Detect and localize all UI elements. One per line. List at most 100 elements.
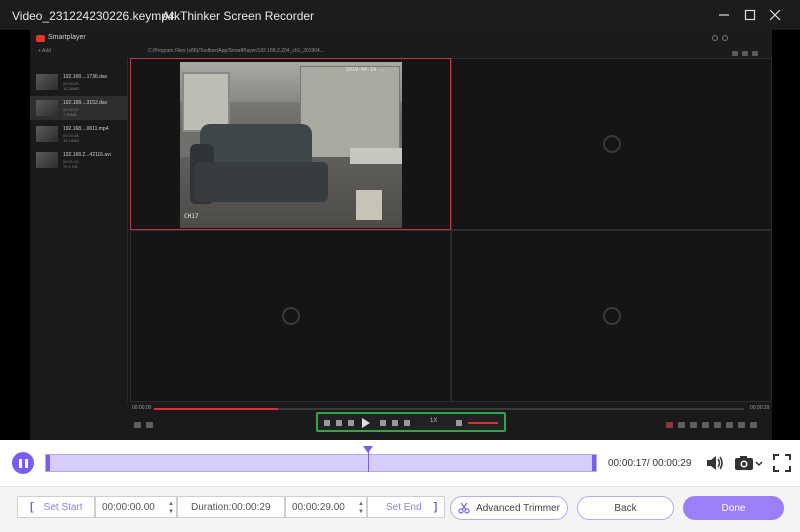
smartplayer-progress-track <box>154 408 744 410</box>
minimize-icon[interactable] <box>716 7 732 23</box>
bottom-tool-icon <box>678 422 685 428</box>
recorded-smartplayer-window: Smartplayer + Add C:/Program Files (x86)… <box>30 30 772 440</box>
layout-icon <box>752 51 758 56</box>
smartplayer-current-time: 00:00:00 <box>132 405 152 411</box>
step-forward-icon <box>404 420 410 426</box>
list-item: 192.168....0611.mp4 00:00:48 15.19MB <box>30 122 128 146</box>
duration-display: Duration:00:00:29 <box>177 496 285 518</box>
advanced-trimmer-button[interactable]: Advanced Trimmer <box>450 496 568 520</box>
smartplayer-file-path: C:/Program Files (x86)/Toolbox/App/Smart… <box>148 48 324 54</box>
camera-frame: 2019-04-19 ... CH17 <box>180 62 402 228</box>
end-time-field[interactable]: 00:00:29.00 ▲ ▼ <box>285 496 367 518</box>
smartplayer-topbar: Smartplayer + Add C:/Program Files (x86)… <box>30 30 772 58</box>
file-size: 70.1 KB <box>63 164 78 169</box>
window-file-title: Video_231224230226.keymp4 <box>12 9 175 23</box>
stop-icon <box>380 420 386 426</box>
menu-icon <box>722 35 728 41</box>
clip-icon <box>324 420 330 426</box>
trim-end-handle[interactable] <box>592 455 596 471</box>
bottom-tool-icon <box>690 422 697 428</box>
smartplayer-app-name: Smartplayer <box>48 34 86 41</box>
list-item: 192.168.2...42116.avi 00:01:12 70.1 KB <box>30 148 128 172</box>
back-button[interactable]: Back <box>577 496 674 520</box>
record-indicator-icon <box>666 422 673 428</box>
file-size: 16.28MB <box>63 86 80 91</box>
fullscreen-icon[interactable] <box>773 454 791 472</box>
bottom-tool-icon <box>738 422 745 428</box>
smartplayer-logo-icon <box>36 35 45 42</box>
file-thumbnail <box>36 126 58 142</box>
trim-track[interactable] <box>45 454 597 472</box>
smartplayer-playback-bar: 00:00:00 00:00:29 1X <box>30 402 772 440</box>
rewind-icon <box>348 420 354 426</box>
start-time-value: 00:00:00.00 <box>102 501 155 513</box>
playback-speed: 1X <box>430 418 438 424</box>
smartplayer-total-time: 00:00:29 <box>750 405 770 411</box>
list-item: 192.168....1736.dav 00:00:25 16.28MB <box>30 70 128 94</box>
window-titlebar: Video_231224230226.keymp4 ArkThinker Scr… <box>0 0 800 30</box>
done-button[interactable]: Done <box>683 496 784 520</box>
bracket-right-icon: ] <box>433 501 438 513</box>
volume-icon[interactable] <box>705 454 725 472</box>
step-back-icon <box>392 420 398 426</box>
play-icon <box>362 418 370 428</box>
playhead[interactable] <box>368 446 369 472</box>
video-cell-1: 2019-04-19 ... CH17 <box>130 58 451 230</box>
list-item: 192.168....3152.dav 00:00:29 7.95MB <box>30 96 128 120</box>
empty-channel-icon <box>602 135 621 153</box>
file-size: 15.19MB <box>63 138 80 143</box>
file-thumbnail <box>36 100 58 116</box>
file-name: 192.168....1736.dav <box>63 74 108 80</box>
time-readout: 00:00:17/ 00:00:29 <box>608 458 692 469</box>
smartplayer-add-button: + Add <box>38 48 51 54</box>
window-app-title: ArkThinker Screen Recorder <box>162 9 315 23</box>
start-time-spinner-icon[interactable]: ▲ ▼ <box>166 497 176 519</box>
file-name: 192.168.2...42116.avi <box>63 152 111 158</box>
start-time-field[interactable]: 00:00:00.00 ▲ ▼ <box>95 496 177 518</box>
smartplayer-file-list: 192.168....1736.dav 00:00:25 16.28MB 192… <box>30 58 128 402</box>
settings-icon <box>712 35 718 41</box>
pause-icon <box>18 458 22 468</box>
done-label: Done <box>721 502 746 514</box>
volume-icon <box>456 420 462 426</box>
file-thumbnail <box>36 74 58 90</box>
snapshot-icon <box>732 51 738 56</box>
file-name: 192.168....3152.dav <box>63 100 108 106</box>
video-cell-3 <box>130 230 451 402</box>
video-cell-2 <box>451 58 772 230</box>
scissors-icon <box>458 502 470 514</box>
bottom-tool-icon <box>702 422 709 428</box>
record-icon <box>742 51 748 56</box>
advanced-trimmer-label: Advanced Trimmer <box>476 502 560 514</box>
trim-controls: [ Set Start 00:00:00.00 ▲ ▼ Duration:00:0… <box>0 486 800 532</box>
camera-timestamp: 2019-04-19 ... <box>346 67 389 73</box>
slow-icon <box>336 420 342 426</box>
trim-start-handle[interactable] <box>46 455 50 471</box>
file-size: 7.95MB <box>63 112 77 117</box>
smartplayer-progress-fill <box>154 408 278 410</box>
set-start-button[interactable]: [ Set Start <box>17 496 95 518</box>
pause-button[interactable] <box>12 452 34 474</box>
bottom-tool-icon <box>750 422 757 428</box>
duration-value: Duration:00:00:29 <box>191 501 271 513</box>
empty-channel-icon <box>281 307 300 325</box>
bracket-left-icon: [ <box>30 501 34 513</box>
bottom-tool-icon <box>146 422 153 428</box>
bottom-tool-icon <box>726 422 733 428</box>
end-time-value: 00:00:29.00 <box>292 501 345 513</box>
file-name: 192.168....0611.mp4 <box>63 126 109 132</box>
set-end-button[interactable]: Set End ] <box>367 496 445 518</box>
empty-channel-icon <box>602 307 621 325</box>
video-grid: 2019-04-19 ... CH17 <box>130 58 772 402</box>
file-thumbnail <box>36 152 58 168</box>
video-preview: Smartplayer + Add C:/Program Files (x86)… <box>0 30 800 440</box>
smartplayer-controls: 1X <box>316 412 506 432</box>
bottom-tool-icon <box>134 422 141 428</box>
snapshot-camera-icon[interactable] <box>734 454 764 472</box>
volume-slider <box>468 422 498 424</box>
end-time-spinner-icon[interactable]: ▲ ▼ <box>356 497 366 519</box>
close-icon[interactable] <box>767 7 783 23</box>
maximize-icon[interactable] <box>742 7 758 23</box>
camera-label: CH17 <box>184 213 199 220</box>
back-label: Back <box>614 502 637 514</box>
